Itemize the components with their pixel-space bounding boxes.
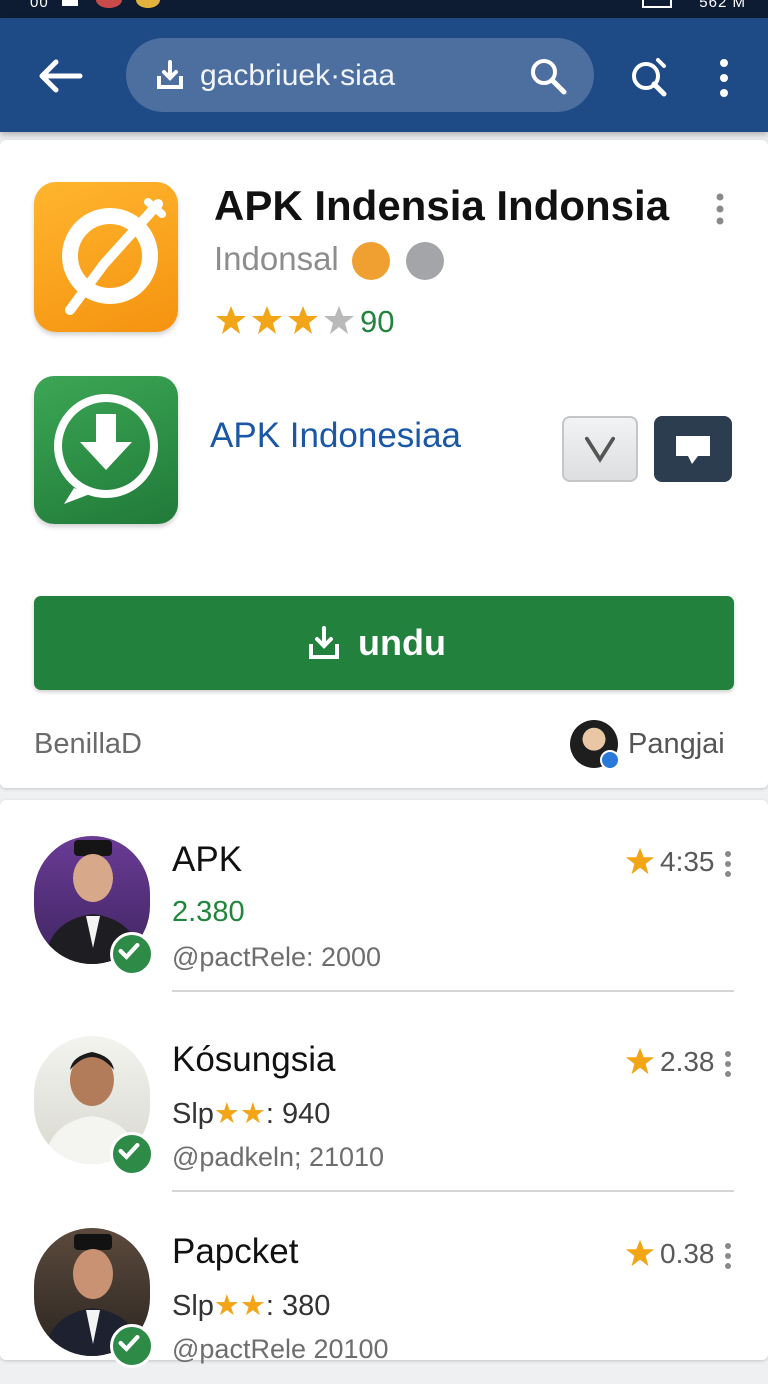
status-time: 00: [30, 0, 49, 11]
flag-icon: [96, 0, 122, 8]
url-search-field[interactable]: gacbriuek·siaa: [126, 38, 594, 112]
list-item[interactable]: Papcket Slp★★: 380 @pactRele 20100 0.38: [0, 1192, 768, 1384]
app-list-card: APK 2.380 @pactRele: 2000 4:35 Kósungsia…: [0, 800, 768, 1368]
download-icon: [157, 60, 183, 89]
app-subtitle[interactable]: APK Indonesiaa: [210, 416, 461, 456]
url-text: gacbriuek·siaa: [200, 59, 396, 92]
app-icon[interactable]: [34, 182, 178, 332]
star-icon: [625, 1047, 655, 1075]
verified-check-icon: [110, 932, 154, 976]
download-app-icon[interactable]: [34, 376, 178, 524]
star-icon: [625, 847, 655, 875]
list-item-handle: @pactRele: 2000: [172, 942, 382, 972]
divider: [172, 990, 734, 992]
more-vert-icon[interactable]: [722, 1242, 734, 1270]
star-icon: [288, 306, 318, 334]
status-battery-text: 562 M: [699, 0, 746, 11]
notification-icon: [62, 0, 78, 6]
footer-right-label[interactable]: Pangjai: [628, 728, 725, 761]
app-logo-icon: [62, 198, 166, 315]
install-label: undu: [358, 622, 446, 663]
list-item-name: Papcket: [172, 1232, 299, 1271]
rating-stars: [216, 306, 354, 334]
list-item-name: APK: [172, 840, 243, 879]
star-icon: ★★: [213, 1098, 266, 1130]
developer-badge-icon: [352, 242, 390, 280]
list-item-handle: @padkeln; 21010: [172, 1142, 385, 1172]
search-icon[interactable]: [528, 56, 568, 96]
star-icon: [252, 306, 282, 334]
star-icon: [216, 306, 246, 334]
list-item-name: Kósungsia: [172, 1040, 336, 1079]
app-notification-icon: [136, 0, 160, 8]
list-item-handle: @pactRele 20100: [172, 1334, 389, 1364]
list-item-rating: 2.38: [660, 1046, 715, 1077]
app-details-card: APK Indensia Indonsia Indonsal 90 APK In…: [0, 140, 768, 788]
comment-icon: [676, 436, 710, 464]
star-empty-icon: [324, 306, 354, 334]
verified-check-icon: [110, 1132, 154, 1176]
more-vert-icon[interactable]: [712, 192, 728, 226]
list-item-meta-value: : 380: [265, 1290, 331, 1322]
list-item-rating: 4:35: [660, 846, 715, 877]
developer-name[interactable]: Indonsal: [214, 240, 339, 278]
top-app-bar: gacbriuek·siaa: [0, 18, 768, 132]
status-bar: 00 562 M: [0, 0, 768, 18]
verified-dot-icon: [600, 750, 620, 770]
list-item-meta: Slp★★: 940: [172, 1096, 330, 1131]
verified-check-icon: [110, 1324, 154, 1368]
footer-left-label[interactable]: BenillaD: [34, 728, 142, 761]
quick-search-icon[interactable]: [628, 56, 670, 98]
comment-button[interactable]: [654, 416, 732, 482]
install-button[interactable]: undu: [34, 596, 734, 690]
info-badge-icon: [406, 242, 444, 280]
list-item-meta-prefix: Slp: [172, 1290, 214, 1322]
chat-download-icon: [54, 394, 158, 504]
rating-value: 90: [360, 304, 395, 339]
list-item-meta-value: : 940: [265, 1098, 331, 1130]
list-item[interactable]: Kósungsia Slp★★: 940 @padkeln; 21010 2.3…: [0, 1000, 768, 1192]
battery-icon: [642, 0, 672, 8]
list-item[interactable]: APK 2.380 @pactRele: 2000 4:35: [0, 800, 768, 992]
download-small-button[interactable]: [562, 416, 638, 482]
more-vert-icon[interactable]: [722, 850, 734, 878]
more-vert-icon[interactable]: [716, 58, 732, 98]
download-icon: [309, 626, 339, 659]
chevron-down-icon: [584, 436, 616, 463]
list-item-meta-prefix: Slp: [172, 1098, 214, 1130]
list-item-meta: Slp★★: 380: [172, 1288, 330, 1323]
list-item-meta: 2.380: [172, 896, 245, 928]
back-arrow-icon[interactable]: [36, 56, 84, 96]
star-icon: ★★: [213, 1290, 266, 1322]
avatar[interactable]: [570, 720, 620, 770]
star-icon: [625, 1239, 655, 1267]
list-item-rating: 0.38: [660, 1238, 715, 1269]
more-vert-icon[interactable]: [722, 1050, 734, 1078]
app-title: APK Indensia Indonsia: [214, 182, 670, 229]
